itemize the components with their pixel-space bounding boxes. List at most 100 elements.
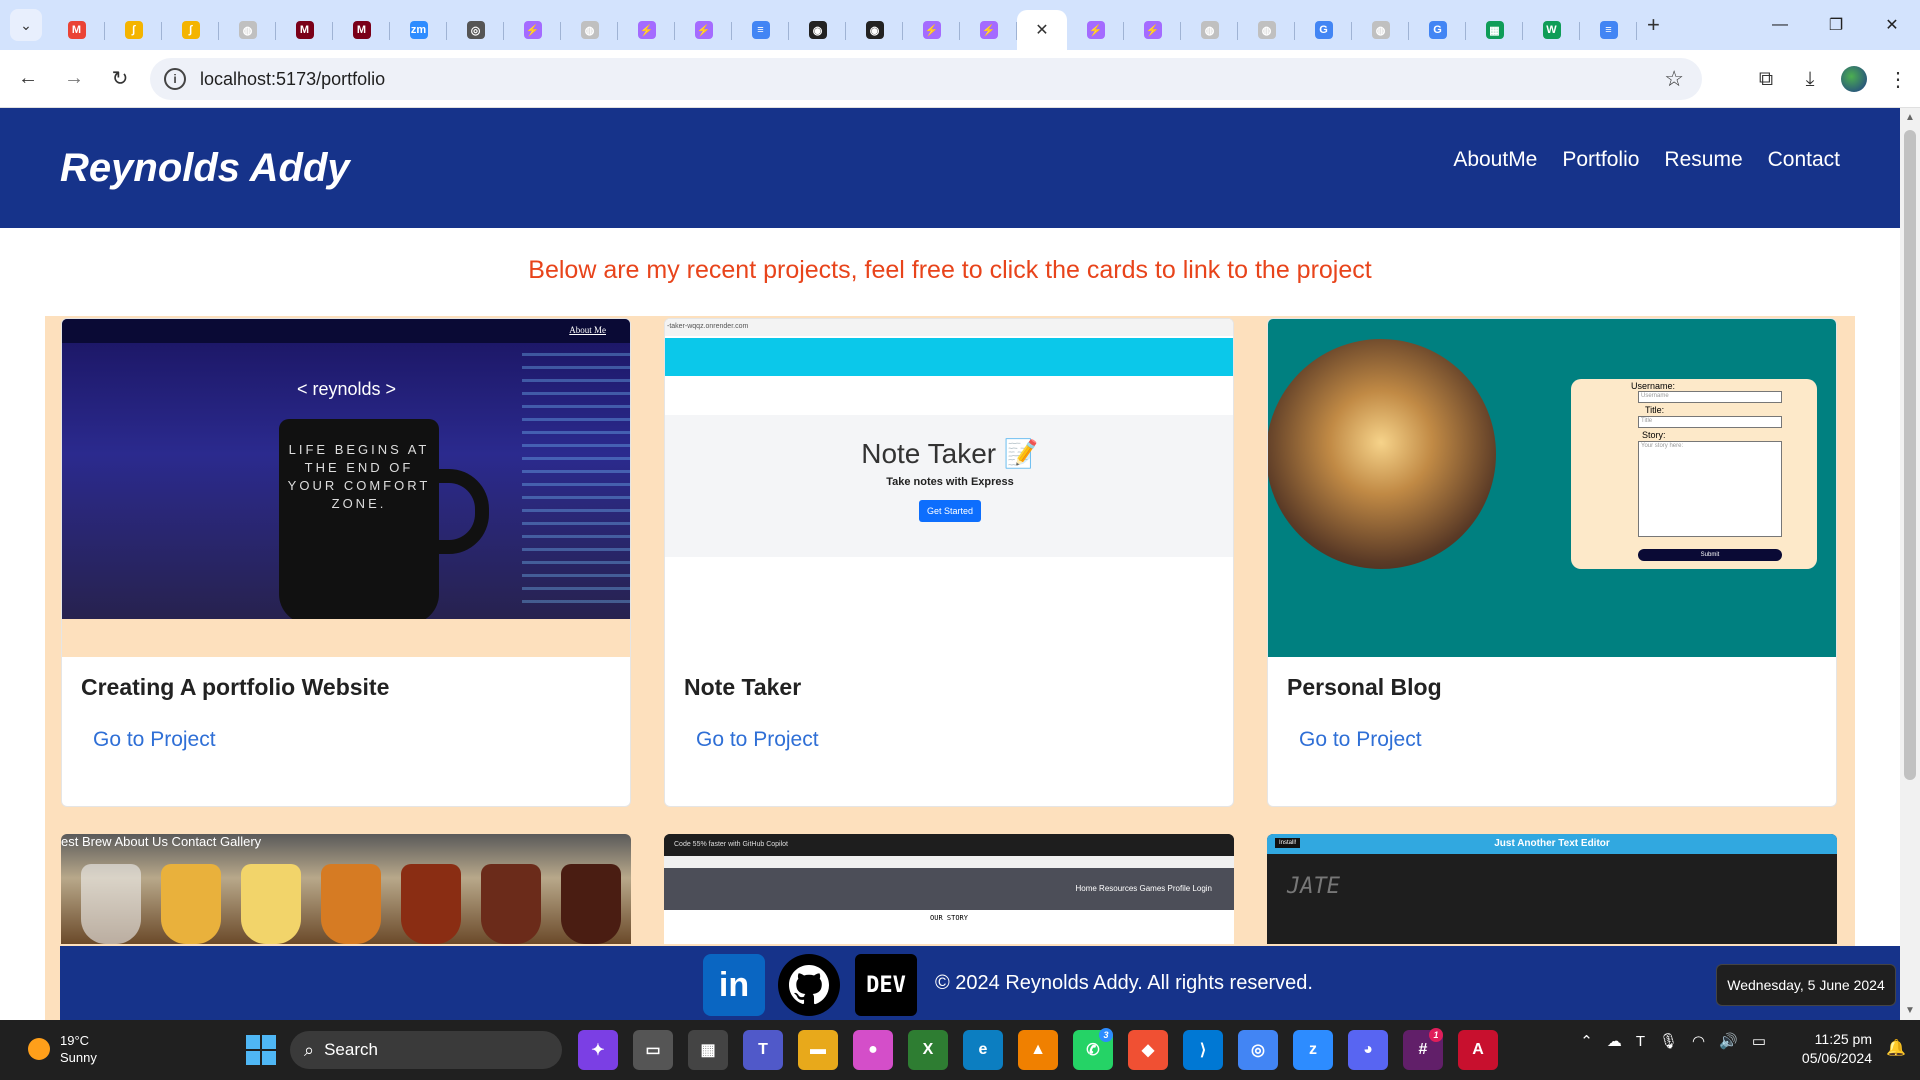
scroll-down-icon[interactable]: ▼ bbox=[1900, 1005, 1920, 1016]
browser-tab[interactable]: ⚡ bbox=[504, 10, 561, 50]
linkedin-icon[interactable]: in bbox=[703, 954, 765, 1016]
browser-tab[interactable]: ⚡ bbox=[960, 10, 1017, 50]
task-view-icon[interactable]: ▭ bbox=[633, 1030, 673, 1070]
address-url[interactable]: localhost:5173/portfolio bbox=[200, 69, 385, 90]
site-brand[interactable]: Reynolds Addy bbox=[60, 146, 350, 191]
browser-tab[interactable]: ◍ bbox=[1352, 10, 1409, 50]
screenshot-title-field: Title bbox=[1638, 416, 1782, 428]
browser-tab[interactable]: ◍ bbox=[561, 10, 618, 50]
notification-bell-icon[interactable]: 🔔 bbox=[1886, 1038, 1906, 1058]
project-screenshot-portfolio: About Me < reynolds > LIFE BEGINS AT THE… bbox=[62, 319, 630, 657]
new-tab-button[interactable]: + bbox=[1647, 12, 1660, 38]
project-card-brewery[interactable]: est Brew About Us Contact Gallery bbox=[61, 834, 631, 944]
battery-icon[interactable]: ▭ bbox=[1752, 1032, 1766, 1050]
mic-icon[interactable]: 🎙 bbox=[1659, 1032, 1678, 1050]
excel-icon[interactable]: X bbox=[908, 1030, 948, 1070]
teams-tray-icon[interactable]: T bbox=[1636, 1033, 1645, 1050]
nav-portfolio[interactable]: Portfolio bbox=[1562, 148, 1639, 172]
teams-icon[interactable]: T bbox=[743, 1030, 783, 1070]
back-button[interactable]: ← bbox=[10, 61, 46, 97]
project-card-jate[interactable]: Just Another Text Editor Install! JATE bbox=[1267, 834, 1837, 944]
project-card-portfolio[interactable]: About Me < reynolds > LIFE BEGINS AT THE… bbox=[61, 318, 631, 807]
slack-icon[interactable]: #1 bbox=[1403, 1028, 1443, 1070]
browser-tab[interactable]: M bbox=[48, 10, 105, 50]
calculator-icon[interactable]: ▦ bbox=[688, 1030, 728, 1070]
wifi-icon[interactable]: ◠ bbox=[1692, 1032, 1705, 1050]
file-explorer-icon[interactable]: ▬ bbox=[798, 1030, 838, 1070]
paint-icon[interactable]: ● bbox=[853, 1030, 893, 1070]
forward-button[interactable]: → bbox=[56, 61, 92, 97]
browser-tab[interactable]: ∫ bbox=[162, 10, 219, 50]
extensions-icon[interactable]: ⧉ bbox=[1744, 68, 1788, 91]
browser-tab[interactable]: G bbox=[1409, 10, 1466, 50]
browser-tab[interactable]: ◎ bbox=[447, 10, 504, 50]
vite-icon: ⚡ bbox=[694, 21, 713, 39]
dev-icon[interactable]: DEV bbox=[855, 954, 917, 1016]
show-hidden-icons[interactable]: ⌃ bbox=[1580, 1032, 1593, 1050]
whatsapp-icon[interactable]: ✆ 3 bbox=[1073, 1028, 1113, 1070]
acrobat-icon[interactable]: A bbox=[1458, 1030, 1498, 1070]
volume-icon[interactable]: 🔊 bbox=[1719, 1032, 1738, 1050]
reload-button[interactable]: ↻ bbox=[102, 61, 138, 97]
profile-avatar[interactable] bbox=[1832, 66, 1876, 92]
bookmark-star-icon[interactable]: ☆ bbox=[1664, 66, 1684, 92]
page-scrollbar[interactable]: ▲ ▼ bbox=[1900, 108, 1920, 1020]
browser-tab[interactable]: W bbox=[1523, 10, 1580, 50]
google-icon: G bbox=[1428, 21, 1447, 39]
clock[interactable]: 11:25 pm 05/06/2024 bbox=[1802, 1030, 1872, 1068]
taskbar-search[interactable]: ⌕ Search bbox=[290, 1031, 562, 1069]
minimize-button[interactable]: — bbox=[1752, 0, 1808, 50]
go-to-project-link[interactable]: Go to Project bbox=[93, 728, 216, 752]
address-bar[interactable]: i localhost:5173/portfolio ☆ bbox=[150, 58, 1702, 100]
browser-tab[interactable]: ∫ bbox=[105, 10, 162, 50]
browser-tab[interactable]: ⚡ bbox=[1124, 10, 1181, 50]
close-window-button[interactable]: ✕ bbox=[1864, 0, 1920, 50]
edge-icon[interactable]: e bbox=[963, 1030, 1003, 1070]
scroll-up-icon[interactable]: ▲ bbox=[1900, 112, 1920, 123]
zoom-icon[interactable]: z bbox=[1293, 1030, 1333, 1070]
go-to-project-link[interactable]: Go to Project bbox=[696, 728, 819, 752]
cloud-icon[interactable]: ☁ bbox=[1607, 1032, 1622, 1050]
browser-tab[interactable]: ⚡ bbox=[1067, 10, 1124, 50]
copilot-icon[interactable]: ✦ bbox=[578, 1030, 618, 1070]
browser-tab[interactable]: M bbox=[276, 10, 333, 50]
sun-icon bbox=[28, 1038, 50, 1060]
browser-tab[interactable]: ◉ bbox=[789, 10, 846, 50]
tab-search-button[interactable]: ⌄ bbox=[10, 9, 42, 41]
browser-tab[interactable]: ◍ bbox=[1238, 10, 1295, 50]
active-tab[interactable]: ✕ bbox=[1017, 10, 1067, 50]
browser-tab[interactable]: ◉ bbox=[846, 10, 903, 50]
browser-tab[interactable]: ⚡ bbox=[675, 10, 732, 50]
vlc-icon[interactable]: ▲ bbox=[1018, 1030, 1058, 1070]
browser-tab[interactable]: ≡ bbox=[732, 10, 789, 50]
nav-resume[interactable]: Resume bbox=[1664, 148, 1742, 172]
discord-icon[interactable]: ◕ bbox=[1348, 1030, 1388, 1070]
browser-tab[interactable]: ≡ bbox=[1580, 10, 1637, 50]
nav-contact[interactable]: Contact bbox=[1768, 148, 1840, 172]
browser-tab[interactable]: zm bbox=[390, 10, 447, 50]
chrome-icon[interactable]: ◎ bbox=[1238, 1030, 1278, 1070]
github-icon[interactable] bbox=[778, 954, 840, 1016]
start-button[interactable] bbox=[246, 1035, 276, 1065]
restore-button[interactable]: ❐ bbox=[1808, 0, 1864, 50]
scrollbar-thumb[interactable] bbox=[1904, 130, 1916, 780]
site-info-icon[interactable]: i bbox=[164, 68, 186, 90]
vscode-icon[interactable]: ⟩ bbox=[1183, 1030, 1223, 1070]
menu-icon[interactable]: ⋮ bbox=[1876, 67, 1920, 92]
browser-tab[interactable]: ◍ bbox=[1181, 10, 1238, 50]
nav-aboutme[interactable]: AboutMe bbox=[1453, 148, 1537, 172]
project-card-tiktok[interactable]: Code 55% faster with GitHub Copilot Home… bbox=[664, 834, 1234, 944]
weather-widget[interactable]: 19°C Sunny bbox=[28, 1032, 97, 1066]
browser-tab[interactable]: ◍ bbox=[219, 10, 276, 50]
project-card-note-taker[interactable]: -taker-wqqz.onrender.com Note Taker 📝 Ta… bbox=[664, 318, 1234, 807]
browser-tab[interactable]: ⚡ bbox=[903, 10, 960, 50]
close-tab-icon[interactable]: ✕ bbox=[1035, 20, 1048, 40]
go-to-project-link[interactable]: Go to Project bbox=[1299, 728, 1422, 752]
git-icon[interactable]: ◆ bbox=[1128, 1030, 1168, 1070]
browser-tab[interactable]: G bbox=[1295, 10, 1352, 50]
browser-tab[interactable]: ▦ bbox=[1466, 10, 1523, 50]
project-card-personal-blog[interactable]: Username: Username Title: Title Story: Y… bbox=[1267, 318, 1837, 807]
browser-tab[interactable]: M bbox=[333, 10, 390, 50]
browser-tab[interactable]: ⚡ bbox=[618, 10, 675, 50]
downloads-icon[interactable]: ⤓ bbox=[1788, 68, 1832, 91]
